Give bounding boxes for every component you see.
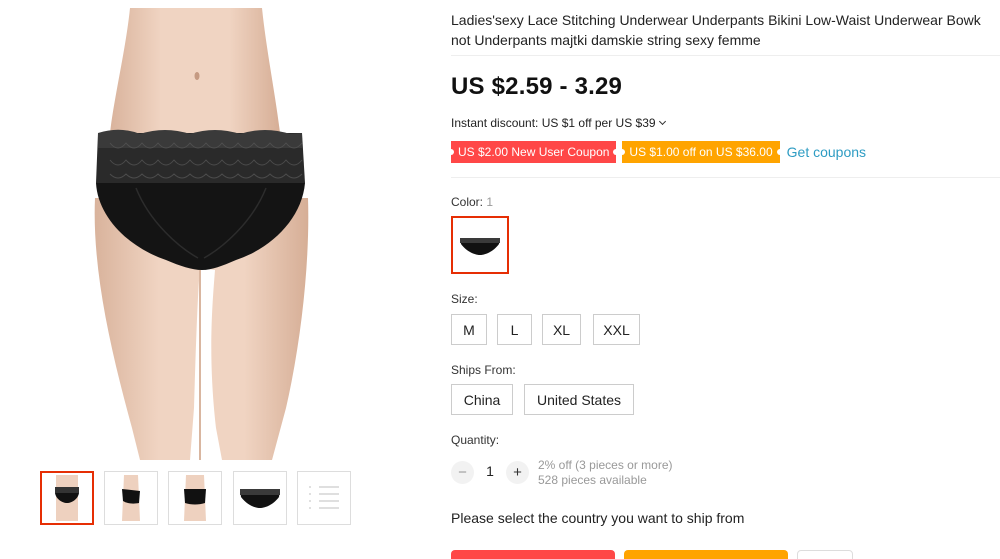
main-product-image xyxy=(40,8,352,460)
new-user-coupon[interactable]: US $2.00 New User Coupon xyxy=(447,141,620,163)
thumbnail-5[interactable] xyxy=(297,471,351,525)
quantity-increase-button[interactable]: + xyxy=(506,461,529,484)
thumbnail-image xyxy=(122,475,140,521)
thumbnail-4[interactable] xyxy=(233,471,287,525)
list-icon xyxy=(309,486,339,509)
coupon-row: US $2.00 New User Coupon US $1.00 off on… xyxy=(447,141,866,163)
thumbnail-3[interactable] xyxy=(168,471,222,525)
product-title-line-2: not Underpants majtki damskie string sex… xyxy=(451,32,761,48)
divider xyxy=(451,177,1000,178)
buy-now-button[interactable] xyxy=(451,550,615,559)
model-photo xyxy=(94,8,309,460)
size-label: Size: xyxy=(451,292,478,306)
store-coupon[interactable]: US $1.00 off on US $36.00 xyxy=(619,141,783,163)
size-option-xl[interactable]: XL xyxy=(542,314,581,345)
pieces-available: 528 pieces available xyxy=(538,473,647,487)
quantity-decrease-button[interactable]: − xyxy=(451,461,474,484)
color-label-row: Color: 1 xyxy=(451,195,493,209)
product-title: Ladies'sexy Lace Stitching Underwear Und… xyxy=(451,10,1000,50)
price: US $2.59 - 3.29 xyxy=(451,73,623,100)
thumbnail-image xyxy=(184,475,206,521)
instant-discount[interactable]: Instant discount: US $1 off per US $39 xyxy=(451,116,666,130)
get-coupons-link[interactable]: Get coupons xyxy=(787,144,866,160)
thumbnail-1[interactable] xyxy=(40,471,94,525)
quantity-label: Quantity: xyxy=(451,433,500,447)
quantity-info: 2% off (3 pieces or more) 528 pieces ava… xyxy=(538,458,673,488)
thumbnail-2[interactable] xyxy=(104,471,158,525)
color-label: Color: xyxy=(451,195,484,209)
wishlist-button[interactable] xyxy=(797,550,853,559)
color-count: 1 xyxy=(486,195,494,209)
bulk-discount-note: 2% off (3 pieces or more) xyxy=(538,458,673,472)
ships-from-china[interactable]: China xyxy=(451,384,513,415)
thumbnail-image xyxy=(240,489,280,508)
ships-from-label: Ships From: xyxy=(451,363,516,377)
add-to-cart-button[interactable] xyxy=(624,550,788,559)
size-option-m[interactable]: M xyxy=(451,314,487,345)
instant-discount-text: Instant discount: US $1 off per US $39 xyxy=(451,116,656,130)
size-option-l[interactable]: L xyxy=(497,314,532,345)
thumbnail-image xyxy=(55,475,79,521)
size-option-xxl[interactable]: XXL xyxy=(593,314,640,345)
ship-country-message: Please select the country you want to sh… xyxy=(451,510,745,526)
chevron-down-icon xyxy=(658,117,666,126)
divider xyxy=(451,55,1000,56)
swatch-image xyxy=(460,238,500,255)
product-title-line-1: Ladies'sexy Lace Stitching Underwear Und… xyxy=(451,12,981,28)
color-option-black[interactable] xyxy=(451,216,509,274)
ships-from-united-states[interactable]: United States xyxy=(524,384,634,415)
quantity-value[interactable]: 1 xyxy=(479,463,501,479)
